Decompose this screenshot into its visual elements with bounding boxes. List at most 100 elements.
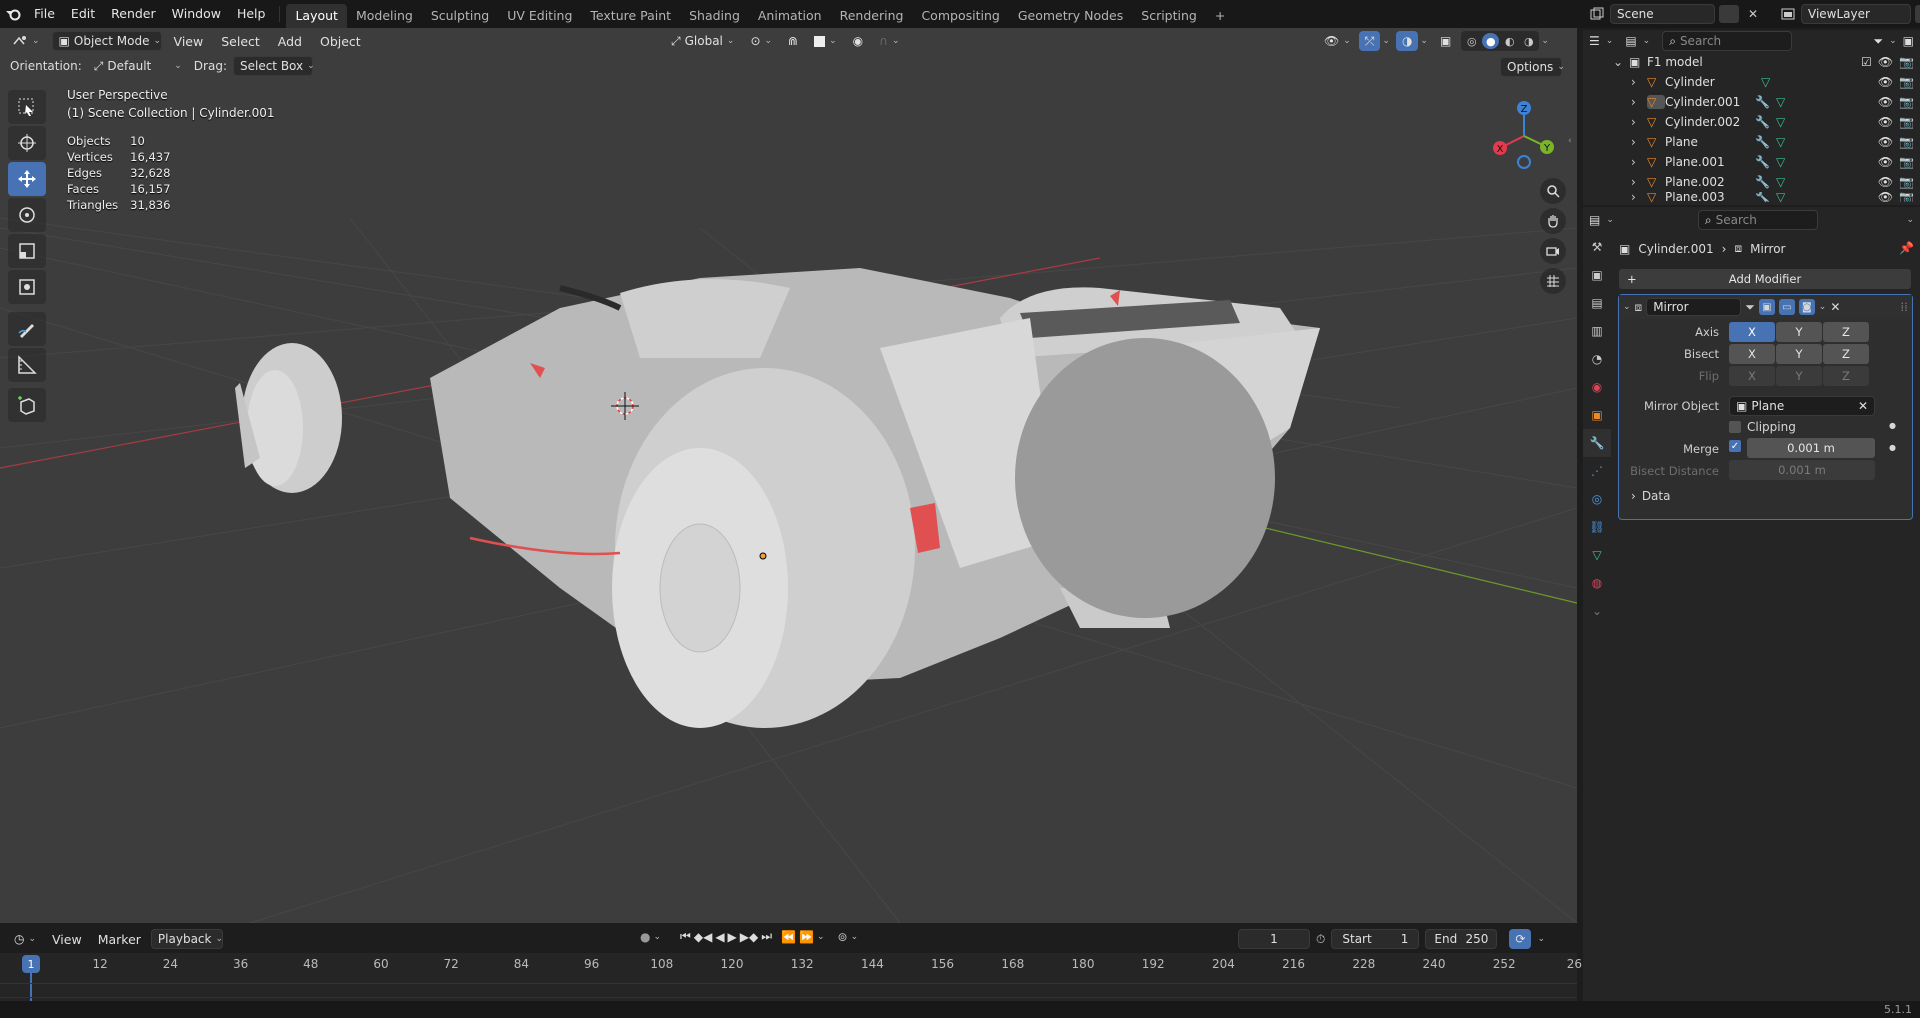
axis-y-toggle[interactable]: Y (1776, 322, 1822, 342)
tab-rendering[interactable]: Rendering (831, 4, 913, 28)
menu-select[interactable]: Select (215, 34, 266, 49)
data-tab-icon[interactable]: ▽ (1583, 541, 1611, 569)
new-viewlayer-icon[interactable] (1915, 5, 1920, 23)
mirror-object-field[interactable]: ▣ Plane ✕ (1729, 396, 1875, 416)
mesh-data-icon[interactable]: ▽ (1776, 175, 1785, 189)
frame-forward-icon[interactable]: ⏩ (799, 930, 814, 944)
camera-view-icon[interactable] (1540, 238, 1566, 264)
tab-modeling[interactable]: Modeling (347, 4, 422, 28)
3d-viewport[interactable]: ⌄ ▣ Object Mode ⌄ View Select Add Object… (0, 28, 1577, 923)
scene-icon[interactable] (1588, 5, 1606, 23)
start-frame-field[interactable]: Start 1 (1331, 929, 1420, 949)
pan-hand-icon[interactable] (1540, 208, 1566, 234)
modifier-indicator-icon[interactable]: 🔧 (1755, 135, 1770, 149)
overlays-dropdown-icon[interactable]: ⌄ (1420, 36, 1428, 46)
tab-uv-editing[interactable]: UV Editing (498, 4, 581, 28)
select-box-tool[interactable] (8, 90, 46, 124)
eye-icon[interactable]: 👁 (1878, 55, 1893, 69)
mesh-data-icon[interactable]: ▽ (1776, 115, 1785, 129)
physics-tab-icon[interactable]: ◎ (1583, 485, 1611, 513)
blender-logo-icon[interactable] (0, 0, 26, 28)
mesh-data-icon[interactable]: ▽ (1776, 135, 1785, 149)
menu-help[interactable]: Help (229, 0, 274, 28)
cursor-tool[interactable] (8, 126, 46, 160)
tab-scripting[interactable]: Scripting (1132, 4, 1206, 28)
expand-chevron-icon[interactable]: ⌄ (1613, 55, 1629, 69)
clear-icon[interactable]: ✕ (1858, 399, 1868, 413)
camera-icon[interactable]: 📷 (1899, 75, 1914, 89)
jump-start-icon[interactable]: ⏮ (680, 929, 691, 944)
move-tool[interactable] (8, 162, 46, 196)
frame-back-icon[interactable]: ⏪ (781, 930, 796, 944)
camera-icon[interactable]: 📷 (1899, 155, 1914, 169)
menu-file[interactable]: File (26, 0, 63, 28)
overlays-toggle[interactable]: ◑ (1395, 31, 1419, 51)
expand-chevron-icon[interactable]: › (1631, 115, 1647, 129)
outliner-item[interactable]: › ▽ Cylinder.002 🔧 ▽ 👁 📷 (1613, 112, 1920, 132)
gizmo-neg-z[interactable] (1517, 155, 1531, 169)
rotate-tool[interactable] (8, 198, 46, 232)
keying-icon[interactable]: ● (640, 930, 650, 944)
tab-geometry-nodes[interactable]: Geometry Nodes (1009, 4, 1132, 28)
collection-row[interactable]: ⌄ ▣ F1 model ☑ 👁 📷 (1613, 52, 1920, 72)
outliner-search-input[interactable]: ⌕ Search (1662, 31, 1793, 51)
particles-tab-icon[interactable]: ⋰ (1583, 457, 1611, 485)
add-modifier-button[interactable]: + Add Modifier (1619, 269, 1911, 289)
eye-icon[interactable]: 👁 (1878, 192, 1893, 202)
modifier-tab-icon[interactable]: 🔧 (1583, 429, 1611, 457)
eye-icon[interactable]: 👁 (1878, 95, 1893, 109)
menu-render[interactable]: Render (103, 0, 164, 28)
modifier-indicator-icon[interactable]: 🔧 (1755, 155, 1770, 169)
filter-icon[interactable]: ⏷ (1874, 34, 1884, 49)
visibility-selector[interactable]: 👁 ⌄ (1318, 31, 1357, 51)
menu-view[interactable]: View (168, 34, 210, 49)
output-tab-icon[interactable]: ▤ (1583, 289, 1611, 317)
modifier-indicator-icon[interactable]: 🔧 (1755, 192, 1770, 202)
flip-x-toggle[interactable]: X (1729, 366, 1775, 386)
outliner-item[interactable]: › ▽ Plane 🔧 ▽ 👁 📷 (1613, 132, 1920, 152)
keyframe-dot-icon[interactable]: ● (1889, 421, 1896, 430)
properties-options-icon[interactable]: ⌄ (1906, 215, 1914, 225)
proportional-edit-toggle[interactable]: ◉ (847, 31, 869, 51)
mesh-data-icon[interactable]: ▽ (1776, 192, 1785, 202)
camera-icon[interactable]: 📷 (1899, 95, 1914, 109)
camera-icon[interactable]: 📷 (1899, 115, 1914, 129)
more-tabs-icon[interactable]: ⌄ (1583, 597, 1611, 625)
gizmo-dropdown-icon[interactable]: ⌄ (1382, 36, 1390, 46)
mesh-data-icon[interactable]: ▽ (1761, 75, 1770, 89)
snap-target-selector[interactable]: ⌄ (808, 31, 843, 51)
play-icon[interactable]: ▶ (728, 930, 737, 944)
camera-icon[interactable]: 📷 (1899, 55, 1914, 69)
mesh-data-icon[interactable]: ▽ (1776, 155, 1785, 169)
checkbox-icon[interactable]: ☑ (1861, 55, 1872, 69)
current-frame-field[interactable]: 1 (1238, 929, 1310, 949)
rendered-shading-icon[interactable]: ◑ (1520, 33, 1537, 49)
modifier-indicator-icon[interactable]: 🔧 (1755, 115, 1770, 129)
tab-layout[interactable]: Layout (286, 4, 347, 28)
material-shading-icon[interactable]: ◐ (1501, 33, 1518, 49)
new-collection-icon[interactable]: ▣ (1903, 34, 1914, 48)
delete-scene-icon[interactable]: ✕ (1743, 5, 1763, 23)
measure-tool[interactable] (8, 348, 46, 382)
close-icon[interactable]: ✕ (1830, 300, 1840, 314)
timeline-menu-marker[interactable]: Marker (92, 932, 147, 947)
expand-chevron-icon[interactable]: › (1631, 75, 1647, 89)
falloff-selector[interactable]: ∩ ⌄ (873, 31, 905, 51)
scene-tab-icon[interactable]: ◔ (1583, 345, 1611, 373)
merge-distance-field[interactable]: 0.001 m (1747, 438, 1875, 458)
eye-icon[interactable]: 👁 (1878, 155, 1893, 169)
solid-shading-icon[interactable]: ● (1482, 33, 1500, 49)
bisect-z-toggle[interactable]: Z (1823, 344, 1869, 364)
object-tab-icon[interactable]: ▣ (1583, 401, 1611, 429)
outliner-item[interactable]: › ▽ Plane.002 🔧 ▽ 👁 📷 (1613, 172, 1920, 192)
axis-x-toggle[interactable]: X (1729, 322, 1775, 342)
timeline-editor-type[interactable]: ◷ ⌄ (8, 929, 42, 949)
transform-orientation-selector[interactable]: ⤢ Global ⌄ (665, 31, 740, 51)
shading-dropdown-icon[interactable]: ⌄ (1541, 36, 1549, 46)
tab-shading[interactable]: Shading (680, 4, 749, 28)
expand-chevron-icon[interactable]: › (1631, 135, 1647, 149)
mesh-data-icon[interactable]: ▽ (1776, 95, 1785, 109)
constraints-tab-icon[interactable]: ⛓ (1583, 513, 1611, 541)
playback-sync-toggle[interactable]: ⟳ (1509, 929, 1532, 949)
viewlayer-selector[interactable]: ViewLayer (1801, 4, 1911, 24)
